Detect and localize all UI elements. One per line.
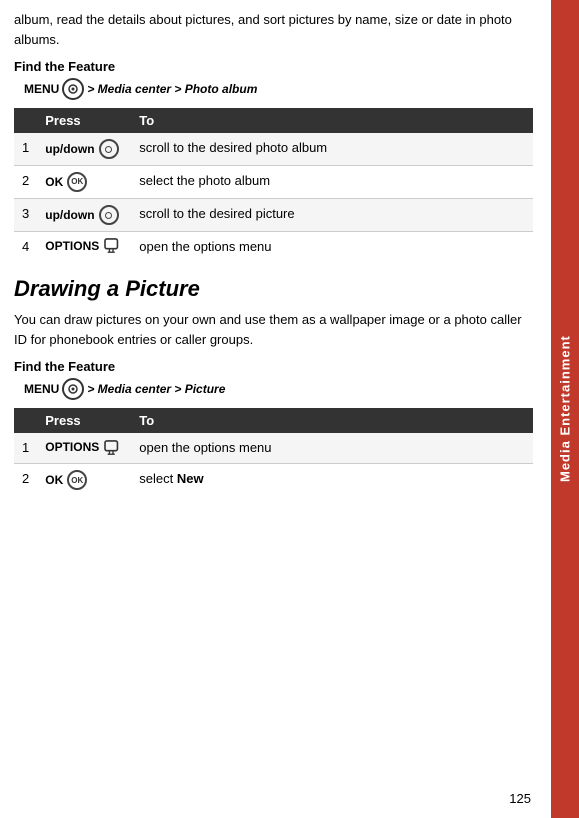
th-press-2: Press — [37, 408, 131, 433]
side-tab-label: Media Entertainment — [558, 336, 573, 483]
step-number: 4 — [14, 232, 37, 263]
step-press: up/down — [37, 199, 131, 232]
key-label: OPTIONS — [45, 238, 99, 255]
step-number: 2 — [14, 464, 37, 497]
page-number: 125 — [509, 791, 531, 806]
section2-body: You can draw pictures on your own and us… — [14, 310, 533, 349]
table-row: 2 OK OK select New — [14, 464, 533, 497]
ok-circle-icon: OK — [67, 172, 87, 192]
step-number: 3 — [14, 199, 37, 232]
press-cell-content: OK OK — [45, 172, 123, 192]
table-header-row-2: Press To — [14, 408, 533, 433]
side-tab: Media Entertainment — [551, 0, 579, 818]
table-row: 1 OPTIONS open the options menu — [14, 433, 533, 464]
step-number: 1 — [14, 433, 37, 464]
menu-path-text-2: > Media center > Picture — [87, 382, 225, 396]
find-feature-label-2: Find the Feature — [14, 359, 533, 374]
page-wrapper: album, read the details about pictures, … — [0, 0, 579, 818]
section2-title: Drawing a Picture — [14, 276, 533, 302]
table-row: 4 OPTIONS open the options menu — [14, 232, 533, 263]
press-cell-content: OK OK — [45, 470, 123, 490]
th-empty-1 — [14, 108, 37, 133]
nav-circle-inner — [105, 212, 112, 219]
key-label: OK — [45, 174, 63, 191]
key-label: OPTIONS — [45, 439, 99, 456]
nav-circle-inner — [105, 146, 112, 153]
step-press: OPTIONS — [37, 232, 131, 263]
step-to: select New — [131, 464, 533, 497]
table-row: 3 up/down scroll to the desired picture — [14, 199, 533, 232]
options-phone-icon — [103, 238, 123, 254]
step-to: open the options menu — [131, 433, 533, 464]
step-to: open the options menu — [131, 232, 533, 263]
press-cell-content: up/down — [45, 139, 123, 159]
menu-path-text-1: > Media center > Photo album — [87, 82, 257, 96]
menu-icon-1 — [62, 78, 84, 100]
th-empty-2 — [14, 408, 37, 433]
th-to-1: To — [131, 108, 533, 133]
steps-table-2: Press To 1 OPTIONS open the options menu… — [14, 408, 533, 496]
nav-circle-icon — [99, 139, 119, 159]
step-to: scroll to the desired photo album — [131, 133, 533, 166]
bold-text: New — [177, 471, 204, 486]
nav-circle-icon — [99, 205, 119, 225]
table-row: 1 up/down scroll to the desired photo al… — [14, 133, 533, 166]
th-press-1: Press — [37, 108, 131, 133]
step-number: 1 — [14, 133, 37, 166]
steps-table-1: Press To 1 up/down scroll to the desired… — [14, 108, 533, 262]
menu-path-2: MENU > Media center > Picture — [24, 378, 533, 400]
key-label: OK — [45, 472, 63, 489]
table-row: 2 OK OK select the photo album — [14, 166, 533, 199]
menu-icon-2 — [62, 378, 84, 400]
key-label: up/down — [45, 141, 94, 158]
section2: Drawing a Picture You can draw pictures … — [14, 276, 533, 496]
intro-text: album, read the details about pictures, … — [14, 10, 533, 49]
options-phone-icon — [103, 440, 123, 456]
table-header-row-1: Press To — [14, 108, 533, 133]
step-press: up/down — [37, 133, 131, 166]
main-content: album, read the details about pictures, … — [0, 0, 551, 818]
step-press: OK OK — [37, 166, 131, 199]
menu-key-1: MENU — [24, 82, 59, 96]
menu-key-2: MENU — [24, 382, 59, 396]
press-cell-content: OPTIONS — [45, 439, 123, 456]
step-to: scroll to the desired picture — [131, 199, 533, 232]
ok-circle-icon: OK — [67, 470, 87, 490]
press-cell-content: up/down — [45, 205, 123, 225]
key-label: up/down — [45, 207, 94, 224]
step-number: 2 — [14, 166, 37, 199]
step-press: OK OK — [37, 464, 131, 497]
find-feature-label-1: Find the Feature — [14, 59, 533, 74]
th-to-2: To — [131, 408, 533, 433]
section1: Find the Feature MENU > Media center > P… — [14, 59, 533, 262]
menu-path-1: MENU > Media center > Photo album — [24, 78, 533, 100]
press-cell-content: OPTIONS — [45, 238, 123, 255]
step-to: select the photo album — [131, 166, 533, 199]
step-press: OPTIONS — [37, 433, 131, 464]
